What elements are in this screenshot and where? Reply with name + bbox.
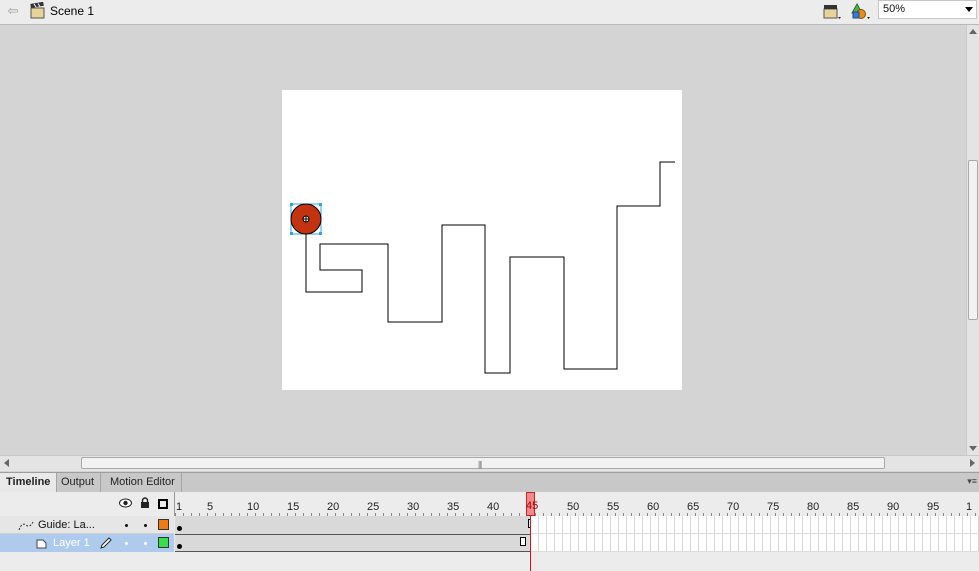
pencil-icon [100, 537, 112, 549]
ruler-tick-label: 70 [727, 501, 740, 513]
back-arrow-icon[interactable]: ⇦ [4, 3, 22, 19]
frame-span[interactable] [175, 516, 531, 534]
scroll-left-icon[interactable] [4, 459, 9, 467]
horizontal-scrollbar[interactable]: ||| [0, 455, 979, 471]
ball-instance[interactable] [290, 203, 322, 235]
vertical-scroll-thumb[interactable] [968, 160, 978, 320]
zoom-select[interactable]: 50% [878, 0, 977, 19]
visibility-dot[interactable] [125, 524, 128, 527]
ruler-tick-label: 1 [966, 501, 973, 513]
tab-motion-editor[interactable]: Motion Editor [104, 473, 182, 492]
scroll-up-icon[interactable] [969, 29, 977, 34]
grip-icon: ||| [478, 460, 482, 469]
visibility-dot[interactable] [125, 542, 128, 545]
keyframe[interactable] [177, 544, 182, 549]
ruler-tick-label: 65 [687, 501, 700, 513]
scroll-down-icon[interactable] [969, 446, 977, 451]
edit-scene-icon[interactable] [822, 2, 844, 22]
ruler-tick-label: 50 [567, 501, 580, 513]
ruler-tick-label: 25 [367, 501, 380, 513]
ruler-tick-label: 85 [847, 501, 860, 513]
ruler-tick-label: 20 [327, 501, 340, 513]
scroll-right-icon[interactable] [970, 459, 975, 467]
layer-name: Layer 1 [53, 537, 90, 549]
ruler-tick-label: 35 [447, 501, 460, 513]
guide-layer-icon [18, 521, 34, 531]
playhead-line [530, 516, 531, 571]
ruler-tick-label: 60 [647, 501, 660, 513]
timeline-panel: 1 5 10 15 20 25 30 35 40 50 55 60 65 70 75 80 85 90 95 1 Gu… [0, 492, 979, 571]
panel-menu-icon[interactable]: ▾≡ [967, 476, 977, 487]
keyframe-end[interactable] [520, 537, 526, 546]
chevron-down-icon [965, 7, 973, 12]
frame-ruler[interactable]: 1 5 10 15 20 25 30 35 40 50 55 60 65 70 75 80 85 90 95 1 [174, 492, 979, 516]
panel-tabs: Timeline Output Motion Editor ▾≡ [0, 472, 979, 493]
ruler-tick-label: 55 [607, 501, 620, 513]
horizontal-scroll-thumb[interactable]: ||| [81, 457, 885, 469]
empty-frames[interactable] [531, 516, 979, 534]
empty-frames[interactable] [531, 534, 979, 552]
keyframe[interactable] [177, 526, 182, 531]
layer-row-guide[interactable]: Guide: La... [0, 516, 174, 534]
tab-output[interactable]: Output [55, 473, 102, 492]
frame-span[interactable] [175, 534, 531, 552]
ruler-tick-label: 90 [887, 501, 900, 513]
layer-row-layer1[interactable]: Layer 1 [0, 534, 174, 552]
layer-color-swatch[interactable] [158, 537, 169, 548]
pasteboard [0, 25, 966, 455]
ruler-tick-label: 5 [207, 501, 214, 513]
guide-path[interactable] [305, 161, 675, 374]
ruler-tick-label: 75 [767, 501, 780, 513]
lock-dot[interactable] [144, 524, 147, 527]
lock-dot[interactable] [144, 542, 147, 545]
zoom-value: 50% [883, 3, 906, 15]
outline-icon[interactable] [158, 499, 168, 509]
ruler-tick-label: 15 [287, 501, 300, 513]
stage-artwork [290, 161, 675, 374]
scene-name[interactable]: Scene 1 [50, 4, 94, 18]
frames-guide[interactable] [175, 516, 979, 534]
lock-icon[interactable] [140, 497, 150, 509]
ruler-tick-label: 1 [176, 501, 183, 513]
layer-name: Guide: La... [38, 519, 95, 531]
current-frame: 45 [526, 500, 539, 512]
ruler-tick-label: 95 [927, 501, 940, 513]
eye-icon[interactable] [119, 498, 132, 508]
ruler-tick-label: 40 [487, 501, 500, 513]
edit-symbols-icon[interactable] [849, 2, 873, 22]
frames-layer1[interactable] [175, 534, 979, 552]
edit-bar: ⇦ Scene 1 50% [0, 0, 979, 25]
scene-clapper-icon [30, 2, 45, 19]
layer-icon [36, 539, 47, 549]
layer-header [0, 492, 174, 516]
ruler-tick-label: 80 [807, 501, 820, 513]
layer-color-swatch[interactable] [158, 519, 169, 530]
tab-timeline[interactable]: Timeline [0, 473, 58, 492]
ruler-tick-label: 10 [247, 501, 260, 513]
vertical-scrollbar[interactable] [966, 25, 979, 455]
ruler-tick-label: 30 [407, 501, 420, 513]
